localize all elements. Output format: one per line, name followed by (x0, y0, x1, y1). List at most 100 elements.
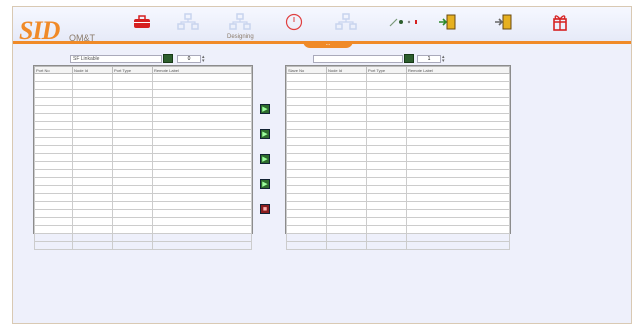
table-cell[interactable] (406, 145, 510, 154)
table-cell[interactable] (72, 145, 113, 154)
table-cell[interactable] (112, 193, 153, 202)
table-row[interactable] (286, 121, 510, 130)
column-header[interactable]: Remote Label (152, 66, 252, 74)
table-cell[interactable] (152, 185, 252, 194)
table-cell[interactable] (326, 129, 367, 138)
table-cell[interactable] (152, 217, 252, 226)
table-cell[interactable] (326, 177, 367, 186)
table-cell[interactable] (152, 73, 252, 82)
column-header[interactable]: Node Id (72, 66, 113, 74)
table-row[interactable] (286, 225, 510, 234)
table-cell[interactable] (406, 161, 510, 170)
table-cell[interactable] (152, 225, 252, 234)
right-count-spinner[interactable]: ▴ ▾ (442, 55, 446, 64)
table-row[interactable] (34, 153, 252, 162)
table-cell[interactable] (286, 153, 327, 162)
table-cell[interactable] (112, 225, 153, 234)
table-cell[interactable] (286, 161, 327, 170)
table-cell[interactable] (72, 209, 113, 218)
table-cell[interactable] (406, 89, 510, 98)
table-row[interactable] (286, 153, 510, 162)
table-cell[interactable] (152, 113, 252, 122)
column-header[interactable]: Slave No (286, 66, 327, 74)
table-cell[interactable] (72, 113, 113, 122)
table-cell[interactable] (34, 217, 73, 226)
table-cell[interactable] (34, 113, 73, 122)
table-cell[interactable] (406, 217, 510, 226)
move-right-button[interactable]: ▶ (260, 104, 270, 114)
table-cell[interactable] (34, 137, 73, 146)
table-row[interactable] (286, 73, 510, 82)
table-cell[interactable] (366, 97, 407, 106)
table-cell[interactable] (72, 81, 113, 90)
right-filter-select[interactable] (313, 55, 403, 63)
table-cell[interactable] (326, 161, 367, 170)
table-cell[interactable] (34, 89, 73, 98)
table-row[interactable] (34, 145, 252, 154)
table-cell[interactable] (72, 225, 113, 234)
table-cell[interactable] (326, 121, 367, 130)
table-cell[interactable] (366, 105, 407, 114)
table-cell[interactable] (366, 121, 407, 130)
table-cell[interactable] (286, 113, 327, 122)
column-header[interactable]: Port Type (366, 66, 407, 74)
table-cell[interactable] (72, 129, 113, 138)
table-cell[interactable] (326, 153, 367, 162)
table-cell[interactable] (326, 105, 367, 114)
table-cell[interactable] (286, 121, 327, 130)
table-cell[interactable] (366, 161, 407, 170)
table-cell[interactable] (112, 137, 153, 146)
table-row[interactable] (286, 209, 510, 218)
left-filter-select[interactable]: SF Linkable (70, 55, 162, 63)
table-cell[interactable] (406, 153, 510, 162)
table-cell[interactable] (152, 169, 252, 178)
table-row[interactable] (286, 185, 510, 194)
table-cell[interactable] (406, 241, 510, 250)
table-cell[interactable] (286, 145, 327, 154)
table-cell[interactable] (366, 137, 407, 146)
active-tab-indicator[interactable]: ... (303, 41, 353, 48)
table-cell[interactable] (72, 161, 113, 170)
table-cell[interactable] (34, 81, 73, 90)
left-go-button[interactable] (163, 54, 173, 63)
table-cell[interactable] (34, 73, 73, 82)
table-cell[interactable] (286, 81, 327, 90)
table-row[interactable] (34, 193, 252, 202)
table-cell[interactable] (72, 137, 113, 146)
table-cell[interactable] (406, 169, 510, 178)
table-cell[interactable] (286, 89, 327, 98)
table-cell[interactable] (72, 177, 113, 186)
table-cell[interactable] (72, 153, 113, 162)
table-cell[interactable] (72, 201, 113, 210)
table-cell[interactable] (326, 241, 367, 250)
table-cell[interactable] (366, 145, 407, 154)
table-cell[interactable] (366, 81, 407, 90)
table-cell[interactable] (152, 177, 252, 186)
left-count-field[interactable]: 0 (177, 55, 201, 63)
table-row[interactable] (286, 113, 510, 122)
table-cell[interactable] (286, 217, 327, 226)
table-row[interactable] (286, 193, 510, 202)
table-cell[interactable] (112, 209, 153, 218)
table-row[interactable] (286, 241, 510, 250)
table-row[interactable] (34, 113, 252, 122)
table-cell[interactable] (152, 97, 252, 106)
table-cell[interactable] (152, 129, 252, 138)
table-cell[interactable] (72, 185, 113, 194)
table-cell[interactable] (72, 193, 113, 202)
table-row[interactable] (34, 241, 252, 250)
table-cell[interactable] (286, 97, 327, 106)
table-row[interactable] (286, 137, 510, 146)
table-cell[interactable] (152, 137, 252, 146)
table-cell[interactable] (34, 161, 73, 170)
table-row[interactable] (34, 177, 252, 186)
table-row[interactable] (34, 217, 252, 226)
table-cell[interactable] (34, 145, 73, 154)
right-slave-table[interactable]: Slave No Node Id Port Type Remote Label (285, 65, 511, 250)
table-cell[interactable] (406, 97, 510, 106)
table-cell[interactable] (152, 145, 252, 154)
table-cell[interactable] (406, 73, 510, 82)
table-cell[interactable] (286, 73, 327, 82)
table-cell[interactable] (366, 129, 407, 138)
table-cell[interactable] (326, 201, 367, 210)
